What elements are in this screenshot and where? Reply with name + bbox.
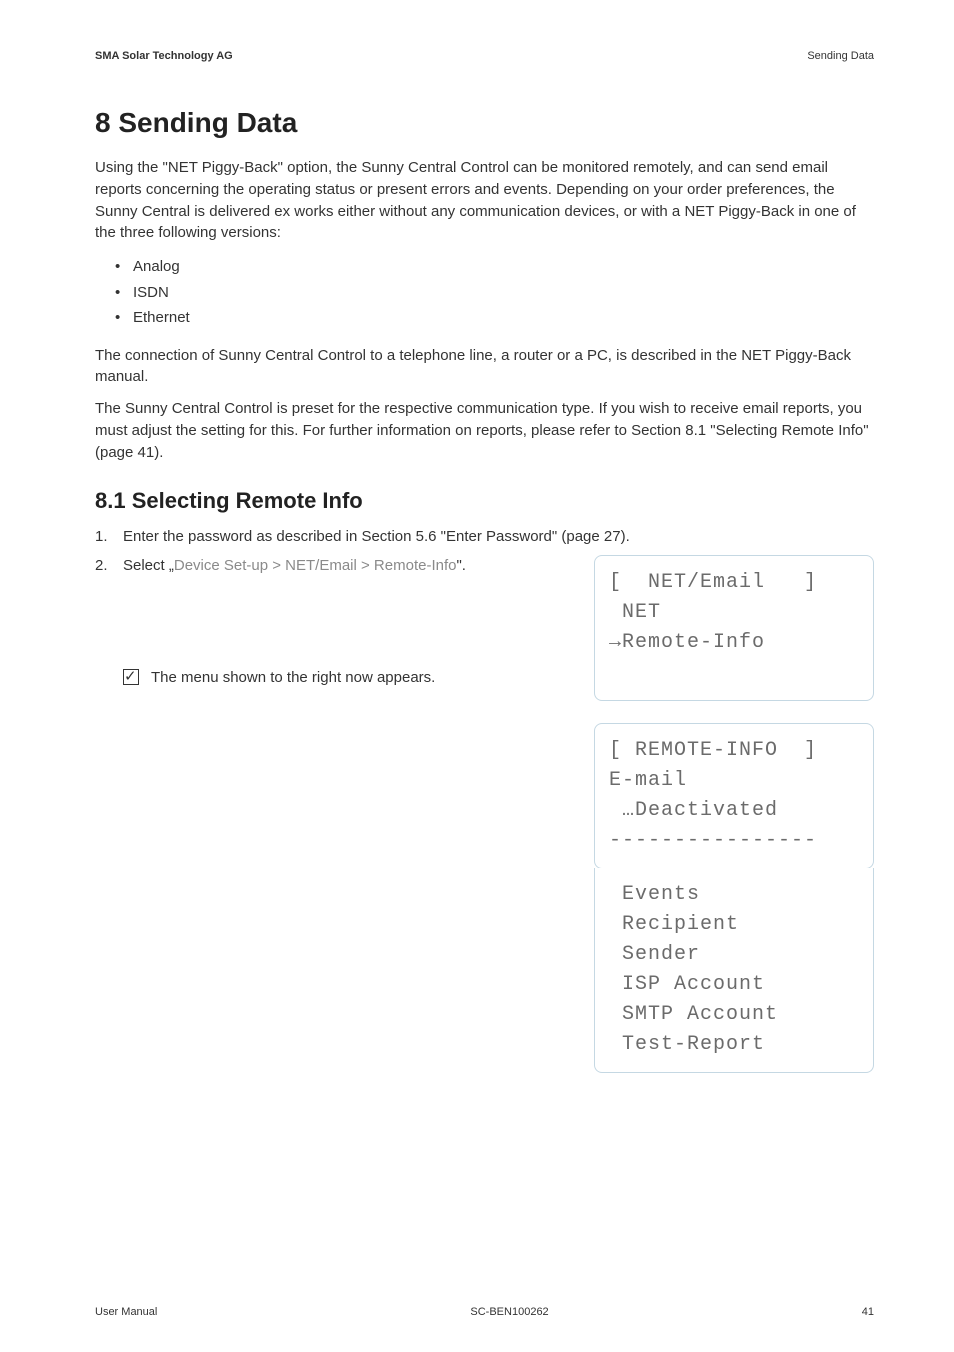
lcd-line: [ NET/Email ] xyxy=(609,568,859,598)
lcd-line: →Remote-Info xyxy=(609,628,859,658)
step2-menu-path: Device Set-up > NET/Email > Remote-Info xyxy=(174,557,457,574)
header-section: Sending Data xyxy=(807,50,874,62)
lcd-line: Sender xyxy=(609,940,859,970)
result-text: The menu shown to the right now appears. xyxy=(151,667,435,690)
lcd-line: Recipient xyxy=(609,910,859,940)
version-list: Analog ISDN Ethernet xyxy=(95,254,874,331)
list-item: Ethernet xyxy=(133,305,874,331)
list-item: ISDN xyxy=(133,280,874,306)
lcd-line: …Deactivated xyxy=(609,796,859,826)
lcd-screen-remote-info-bottom: Events Recipient Sender ISP Account SMTP… xyxy=(594,868,874,1073)
step-2: Select „Device Set-up > NET/Email > Remo… xyxy=(95,555,874,1073)
step2-suffix: ". xyxy=(456,557,466,574)
lcd-line: ---------------- xyxy=(609,826,859,856)
step-1: Enter the password as described in Secti… xyxy=(95,526,874,549)
page-footer: User Manual SC-BEN100262 41 xyxy=(95,1306,874,1318)
section-title-8-1: 8.1 Selecting Remote Info xyxy=(95,488,874,514)
lcd-screen-net-email: [ NET/Email ] NET →Remote-Info xyxy=(594,555,874,701)
header-company: SMA Solar Technology AG xyxy=(95,50,233,62)
lcd-line: Events xyxy=(609,880,859,910)
lcd-line: SMTP Account xyxy=(609,1000,859,1030)
result-check-row: The menu shown to the right now appears. xyxy=(123,667,556,690)
lcd-line: NET xyxy=(609,598,859,628)
steps-list: Enter the password as described in Secti… xyxy=(95,526,874,1073)
lcd-line xyxy=(609,658,859,688)
page-header: SMA Solar Technology AG Sending Data xyxy=(95,50,874,62)
lcd-screen-remote-info-top: [ REMOTE-INFO ] E-mail …Deactivated ----… xyxy=(594,723,874,869)
lcd-line: [ REMOTE-INFO ] xyxy=(609,736,859,766)
footer-right: 41 xyxy=(862,1306,874,1318)
lcd-line: ISP Account xyxy=(609,970,859,1000)
checkbox-checked-icon xyxy=(123,669,139,685)
step2-prefix: Select „ xyxy=(123,557,174,574)
screens-column: [ NET/Email ] NET →Remote-Info [ REMOTE-… xyxy=(574,555,874,1073)
lcd-line: Test-Report xyxy=(609,1030,859,1060)
list-item: Analog xyxy=(133,254,874,280)
lcd-line: E-mail xyxy=(609,766,859,796)
chapter-intro-para1: Using the "NET Piggy-Back" option, the S… xyxy=(95,157,874,244)
footer-left: User Manual xyxy=(95,1306,157,1318)
page-container: SMA Solar Technology AG Sending Data 8 S… xyxy=(0,0,954,1352)
chapter-title: 8 Sending Data xyxy=(95,107,874,139)
footer-center: SC-BEN100262 xyxy=(470,1306,548,1318)
chapter-intro-para3: The Sunny Central Control is preset for … xyxy=(95,398,874,463)
chapter-intro-para2: The connection of Sunny Central Control … xyxy=(95,345,874,389)
